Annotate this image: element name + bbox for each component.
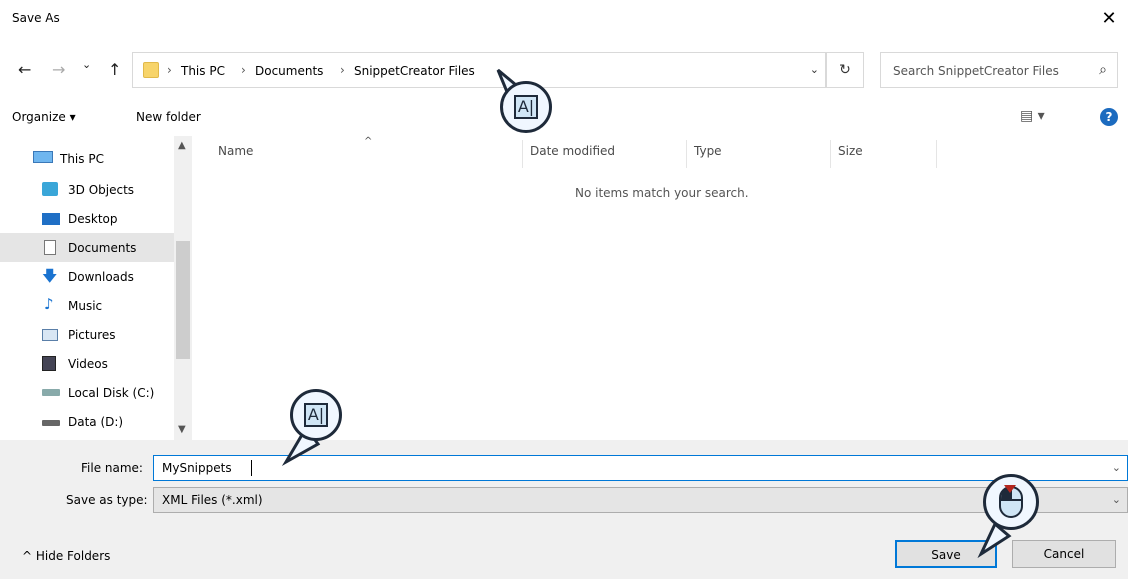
sidebar-item-pictures[interactable]: Pictures bbox=[0, 320, 174, 349]
column-header-name[interactable]: Name bbox=[218, 144, 253, 158]
mouse-left-click-icon bbox=[999, 485, 1023, 518]
download-icon: 🡇 bbox=[42, 267, 58, 285]
breadcrumb-this-pc[interactable]: This PC bbox=[181, 64, 225, 78]
forward-arrow-icon[interactable]: → bbox=[52, 60, 65, 79]
window-title: Save As bbox=[12, 11, 60, 25]
cube-icon bbox=[42, 182, 58, 196]
search-placeholder: Search SnippetCreator Files bbox=[893, 64, 1059, 78]
sidebar-item-label: Data (D:) bbox=[68, 415, 124, 429]
drive-icon bbox=[42, 420, 60, 426]
text-cursor bbox=[251, 460, 252, 476]
sidebar-item-label: Videos bbox=[68, 357, 108, 371]
view-options-icon[interactable]: ▤ ▾ bbox=[1020, 108, 1045, 124]
breadcrumb-snippetcreator-files[interactable]: SnippetCreator Files bbox=[354, 64, 475, 78]
column-divider[interactable] bbox=[936, 140, 937, 168]
recent-locations-chevron-icon[interactable]: ⌄ bbox=[82, 58, 91, 71]
sidebar-item-label: Documents bbox=[68, 241, 137, 255]
scroll-down-icon[interactable]: ▼ bbox=[178, 424, 186, 435]
new-folder-button[interactable]: New folder bbox=[136, 110, 201, 124]
text-input-icon: A| bbox=[514, 95, 538, 119]
folder-icon bbox=[143, 62, 159, 78]
column-divider[interactable] bbox=[522, 140, 523, 168]
address-bar[interactable]: › This PC › Documents › SnippetCreator F… bbox=[132, 52, 826, 88]
breadcrumb-separator[interactable]: › bbox=[340, 63, 345, 77]
pictures-icon bbox=[42, 329, 58, 341]
refresh-icon[interactable]: ↻ bbox=[826, 52, 864, 88]
music-icon: ♪ bbox=[44, 295, 54, 313]
up-arrow-icon[interactable]: ↑ bbox=[108, 60, 121, 79]
videos-icon bbox=[42, 356, 56, 371]
breadcrumb-separator[interactable]: › bbox=[167, 63, 172, 77]
sidebar-item-local-disk-c[interactable]: Local Disk (C:) bbox=[0, 378, 174, 407]
sidebar-item-music[interactable]: ♪ Music bbox=[0, 291, 174, 320]
column-divider[interactable] bbox=[830, 140, 831, 168]
save-as-type-select[interactable]: XML Files (*.xml) ⌄ bbox=[153, 487, 1128, 513]
search-icon[interactable]: ⌕ bbox=[1099, 62, 1107, 78]
sidebar-item-documents[interactable]: Documents bbox=[0, 233, 174, 262]
file-name-value[interactable]: MySnippets bbox=[162, 461, 232, 475]
address-dropdown-icon[interactable]: ⌄ bbox=[810, 63, 819, 76]
sidebar-item-label: Desktop bbox=[68, 212, 118, 226]
column-header-date-modified[interactable]: Date modified bbox=[530, 144, 615, 158]
sidebar-item-label: Downloads bbox=[68, 270, 134, 284]
column-header-type[interactable]: Type bbox=[694, 144, 722, 158]
save-as-type-dropdown-icon[interactable]: ⌄ bbox=[1112, 493, 1121, 506]
organize-button[interactable]: Organize ▾ bbox=[12, 110, 76, 124]
sidebar-item-label: Local Disk (C:) bbox=[68, 386, 155, 400]
breadcrumb-separator[interactable]: › bbox=[241, 63, 246, 77]
column-header-size[interactable]: Size bbox=[838, 144, 863, 158]
sidebar-item-label: 3D Objects bbox=[68, 183, 135, 197]
file-name-label: File name: bbox=[81, 461, 143, 475]
save-as-type-label: Save as type: bbox=[66, 493, 148, 507]
empty-list-message: No items match your search. bbox=[575, 186, 749, 200]
sidebar-item-3d-objects[interactable]: 3D Objects bbox=[0, 175, 174, 204]
column-divider[interactable] bbox=[686, 140, 687, 168]
sidebar-item-videos[interactable]: Videos bbox=[0, 349, 174, 378]
sidebar-item-label: Music bbox=[68, 299, 103, 313]
scrollbar-thumb[interactable] bbox=[176, 241, 190, 359]
text-input-callout-address: A| bbox=[500, 81, 552, 133]
close-icon[interactable]: ✕ bbox=[1096, 6, 1122, 32]
back-arrow-icon[interactable]: ← bbox=[18, 60, 31, 79]
sort-ascending-icon: ^ bbox=[364, 136, 373, 147]
disk-icon bbox=[42, 389, 60, 396]
sidebar-item-desktop[interactable]: Desktop bbox=[0, 204, 174, 233]
text-input-callout-file-name: A| bbox=[290, 389, 342, 441]
save-as-type-value[interactable]: XML Files (*.xml) bbox=[162, 493, 263, 507]
sidebar-item-downloads[interactable]: 🡇 Downloads bbox=[0, 262, 174, 291]
navigation-pane-scrollbar[interactable]: ▲ ▼ bbox=[174, 136, 192, 440]
documents-icon bbox=[44, 240, 56, 255]
file-name-dropdown-icon[interactable]: ⌄ bbox=[1112, 461, 1121, 474]
hide-folders-button[interactable]: ^ Hide Folders bbox=[22, 549, 110, 563]
breadcrumb-documents[interactable]: Documents bbox=[255, 64, 323, 78]
sidebar-item-this-pc[interactable]: This PC bbox=[0, 143, 174, 172]
sidebar-item-data-d[interactable]: Data (D:) bbox=[0, 407, 174, 436]
sidebar-item-label: This PC bbox=[60, 152, 104, 166]
title-bar: Save As ✕ bbox=[0, 0, 1128, 38]
mouse-click-callout-save bbox=[983, 474, 1039, 530]
desktop-icon bbox=[42, 213, 60, 225]
sidebar-item-label: Pictures bbox=[68, 328, 116, 342]
navigation-pane: This PC 3D Objects Desktop Documents 🡇 D… bbox=[0, 136, 192, 440]
text-input-icon: A| bbox=[304, 403, 328, 427]
search-input[interactable]: Search SnippetCreator Files ⌕ bbox=[880, 52, 1118, 88]
pc-icon bbox=[33, 151, 53, 163]
scroll-up-icon[interactable]: ▲ bbox=[178, 140, 186, 151]
help-icon[interactable]: ? bbox=[1100, 108, 1118, 126]
